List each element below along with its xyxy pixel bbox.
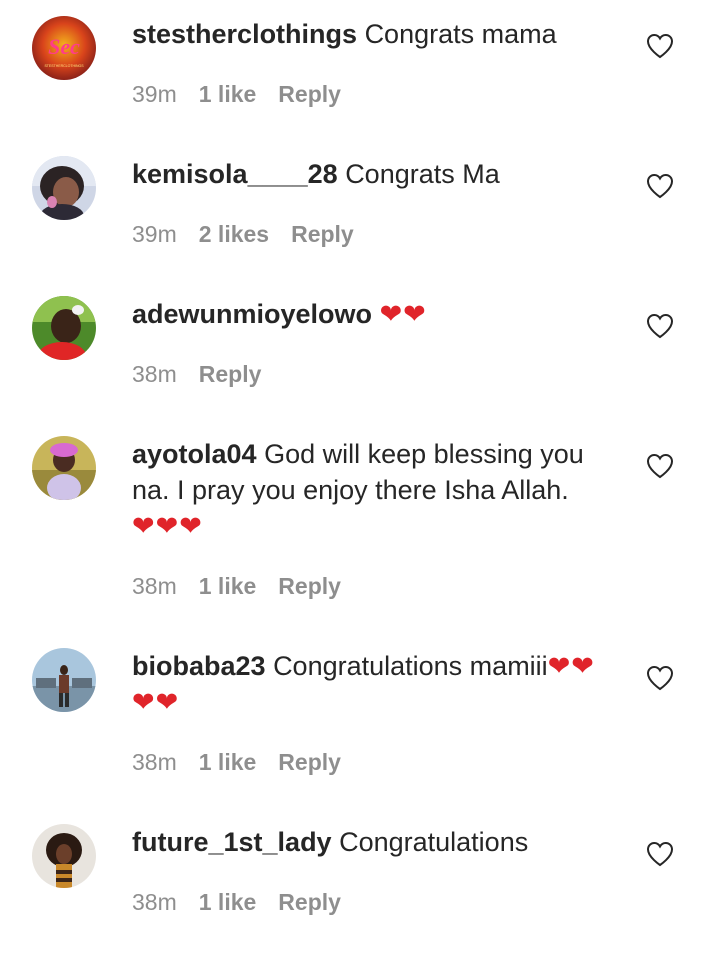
avatar[interactable]: [32, 648, 96, 712]
avatar[interactable]: [32, 436, 96, 500]
comment-username[interactable]: ayotola04: [132, 439, 257, 469]
heart-outline-icon[interactable]: [646, 453, 674, 479]
comment-message: Congratulations mamiii: [273, 651, 548, 681]
comment-meta: 38m 1 like Reply: [132, 571, 363, 601]
reply-button[interactable]: Reply: [278, 749, 341, 775]
comment-username[interactable]: kemisola____28: [132, 159, 338, 189]
comment-likes[interactable]: 1 like: [199, 81, 257, 107]
comment-text: future_1st_lady Congratulations: [132, 824, 602, 860]
heart-outline-icon[interactable]: [646, 313, 674, 339]
reply-button[interactable]: Reply: [278, 81, 341, 107]
comment-likes[interactable]: 1 like: [199, 889, 257, 915]
heart-outline-icon[interactable]: [646, 841, 674, 867]
avatar[interactable]: Sec STESTHERCLOTHINGS: [32, 16, 96, 80]
heart-outline-icon[interactable]: [646, 173, 674, 199]
comment-time: 38m: [132, 749, 177, 775]
avatar-logo-subtext: STESTHERCLOTHINGS: [44, 64, 84, 68]
comment-likes[interactable]: 1 like: [199, 573, 257, 599]
reply-button[interactable]: Reply: [278, 889, 341, 915]
comment-meta: 38m 1 like Reply: [132, 747, 363, 777]
avatar-logo-text: Sec: [48, 34, 80, 59]
comment-username[interactable]: adewunmioyelowo: [132, 299, 372, 329]
comment-time: 39m: [132, 221, 177, 247]
heart-outline-icon[interactable]: [646, 665, 674, 691]
comment-text: kemisola____28 Congrats Ma: [132, 156, 602, 192]
comment-meta: 39m 2 likes Reply: [132, 219, 376, 249]
avatar[interactable]: [32, 824, 96, 888]
comment-meta: 39m 1 like Reply: [132, 79, 363, 109]
comment-text: biobaba23 Congratulations mamiii❤❤❤❤: [132, 648, 602, 720]
comment-likes[interactable]: 1 like: [199, 749, 257, 775]
comment-message: Congrats Ma: [345, 159, 500, 189]
comment-username[interactable]: biobaba23: [132, 651, 266, 681]
avatar[interactable]: [32, 156, 96, 220]
reply-button[interactable]: Reply: [291, 221, 354, 247]
avatar[interactable]: [32, 296, 96, 360]
comment-meta: 38m Reply: [132, 359, 283, 389]
comment-text: adewunmioyelowo ❤❤: [132, 296, 602, 332]
comment-time: 38m: [132, 573, 177, 599]
comment-meta: 38m 1 like Reply: [132, 887, 363, 917]
comment-time: 38m: [132, 361, 177, 387]
comment-message: Congrats mama: [364, 19, 557, 49]
comment-username[interactable]: stestherclothings: [132, 19, 357, 49]
reply-button[interactable]: Reply: [199, 361, 262, 387]
comment-text: stestherclothings Congrats mama: [132, 16, 602, 52]
comment-time: 38m: [132, 889, 177, 915]
reply-button[interactable]: Reply: [278, 573, 341, 599]
comment-text: ayotola04 God will keep blessing you na.…: [132, 436, 602, 544]
comment-message: Congratulations: [339, 827, 529, 857]
comment-username[interactable]: future_1st_lady: [132, 827, 332, 857]
heart-emoji: ❤❤: [379, 299, 427, 329]
comment-likes[interactable]: 2 likes: [199, 221, 269, 247]
heart-outline-icon[interactable]: [646, 33, 674, 59]
comment-time: 39m: [132, 81, 177, 107]
heart-emoji: ❤❤❤: [132, 511, 203, 541]
